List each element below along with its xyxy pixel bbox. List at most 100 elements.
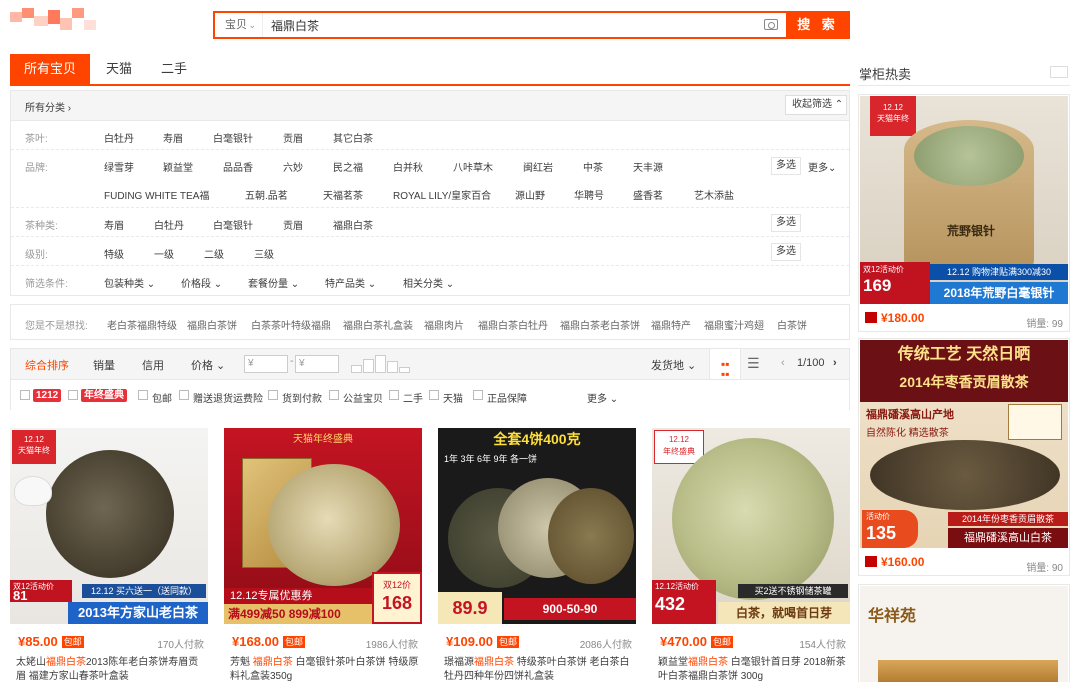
price-range-bars[interactable] [351, 355, 411, 373]
brand-option[interactable]: 闽红岩 [523, 159, 553, 174]
filter-option[interactable]: 寿眉 [163, 130, 183, 145]
product-card[interactable]: 全套4饼400克 1年 3年 6年 9年 各一饼 89.9 900-50-90 … [438, 428, 636, 682]
brand-option[interactable]: 品品香 [223, 159, 253, 174]
sort-price[interactable]: 价格 ⌄ [191, 357, 225, 373]
condition-dropdown[interactable]: 包装种类 ⌄ [104, 275, 155, 290]
checkbox-genuine[interactable] [473, 390, 483, 400]
product-title[interactable]: 颖益堂福鼎白茶 白毫银针首日芽 2018新茶叶白茶福鼎白茶饼 300g [658, 656, 848, 682]
filter-option[interactable]: 特级 [104, 246, 124, 261]
side-product-card[interactable]: 传统工艺 天然日晒 2014年枣香贡眉散茶 福鼎磻溪高山产地 自然陈化 精选散茶… [858, 338, 1070, 576]
search-button[interactable]: 搜 索 [786, 11, 850, 39]
multi-select-button[interactable]: 多选 [771, 243, 801, 261]
filter-option[interactable]: 白牡丹 [154, 217, 184, 232]
brand-option[interactable]: 五朝.品茗 [245, 187, 288, 202]
filter-option[interactable]: 二级 [204, 246, 224, 261]
product-image[interactable]: 天猫年终盛典 12.12专属优惠券 满499减50 899减100 双12价 16… [224, 428, 422, 624]
collapse-filter-button[interactable]: 收起筛选 ⌃ [785, 95, 847, 115]
sort-default[interactable]: 综合排序 [25, 357, 69, 373]
filter-option[interactable]: 贡眉 [283, 130, 303, 145]
brand-option[interactable]: 华聘号 [574, 187, 604, 202]
next-page-icon[interactable]: › [833, 357, 837, 369]
brand-option[interactable]: 天福茗茶 [323, 187, 363, 202]
all-categories-link[interactable]: 所有分类 › [25, 99, 71, 114]
filter-option[interactable]: 贡眉 [283, 217, 303, 232]
checkbox-free-shipping[interactable] [138, 390, 148, 400]
side-product-image[interactable]: 12.12 天猫年终 荒野银针 双12活动价 169 12.12 购物津贴满300减… [860, 96, 1068, 304]
free-shipping-label[interactable]: 包邮 [152, 390, 172, 405]
brand-option[interactable]: 颖益堂 [163, 159, 193, 174]
checkbox-tmall[interactable] [429, 390, 439, 400]
filter-option[interactable]: 一级 [154, 246, 174, 261]
multi-select-button[interactable]: 多选 [771, 214, 801, 232]
tmall-label[interactable]: 天猫 [443, 390, 463, 405]
tab-tmall[interactable]: 天猫 [98, 54, 140, 84]
grid-view-icon[interactable]: ▪▪ ▪▪ [709, 349, 741, 380]
more-options-button[interactable]: 更多 ⌄ [587, 390, 618, 405]
brand-option[interactable]: 绿雪芽 [104, 159, 134, 174]
filter-option[interactable]: 白牡丹 [104, 130, 134, 145]
condition-dropdown[interactable]: 相关分类 ⌄ [403, 275, 454, 290]
checkbox-return-insurance[interactable] [179, 390, 189, 400]
return-insurance-label[interactable]: 赠送退货运费险 [193, 390, 263, 405]
filter-option[interactable]: 福鼎白茶 [333, 217, 373, 232]
checkbox-1212[interactable] [20, 390, 30, 400]
related-link[interactable]: 福鼎蜜汁鸡翅 [704, 317, 764, 332]
product-card[interactable]: 天猫年终盛典 12.12专属优惠券 满499减50 899减100 双12价 16… [224, 428, 422, 682]
sort-sales[interactable]: 销量 [93, 357, 115, 373]
brand-option[interactable]: 六妙 [283, 159, 303, 174]
side-product-image[interactable]: 华祥苑 [860, 586, 1068, 682]
side-product-card[interactable]: 12.12 天猫年终 荒野银针 双12活动价 169 12.12 购物津贴满300减… [858, 94, 1070, 332]
related-link[interactable]: 福鼎特产 [651, 317, 691, 332]
product-title[interactable]: 芳魁 福鼎白茶 白毫银针茶叶白茶饼 特级原料礼盒装350g [230, 656, 420, 682]
product-title[interactable]: 璟福源福鼎白茶 特级茶叶白茶饼 老白茶白牡丹四种年份四饼礼盒装 [444, 656, 634, 682]
product-image[interactable]: 12.12 年终盛典 买2送不锈钢储茶罐 12.12活动价 432 白茶，就喝首日芽 [652, 428, 850, 624]
product-card[interactable]: 12.12 年终盛典 买2送不锈钢储茶罐 12.12活动价 432 白茶，就喝首日芽… [652, 428, 850, 682]
brand-option[interactable]: 中茶 [583, 159, 603, 174]
condition-dropdown[interactable]: 特产品类 ⌄ [325, 275, 376, 290]
related-link[interactable]: 福鼎白茶礼盒装 [343, 317, 413, 332]
brand-option[interactable]: 天丰源 [633, 159, 663, 174]
brand-option[interactable]: 八咔草木 [453, 159, 493, 174]
brand-option[interactable]: 白并秋 [393, 159, 423, 174]
checkbox-charity[interactable] [329, 390, 339, 400]
tab-secondhand[interactable]: 二手 [152, 54, 196, 84]
site-logo[interactable] [10, 8, 96, 34]
camera-icon[interactable] [764, 19, 778, 30]
search-input[interactable] [271, 16, 751, 34]
genuine-label[interactable]: 正品保障 [487, 390, 527, 405]
product-image[interactable]: 全套4饼400克 1年 3年 6年 9年 各一饼 89.9 900-50-90 [438, 428, 636, 624]
ship-from-dropdown[interactable]: 发货地 ⌄ [651, 357, 696, 373]
brand-option[interactable]: FUDING WHITE TEA福 [104, 187, 209, 202]
tab-all[interactable]: 所有宝贝 [10, 54, 90, 84]
cod-label[interactable]: 货到付款 [282, 390, 322, 405]
brand-option[interactable]: 盛香茗 [633, 187, 663, 202]
filter-option[interactable]: 寿眉 [104, 217, 124, 232]
checkbox-secondhand[interactable] [389, 390, 399, 400]
product-card[interactable]: 12.12 天猫年终 双12活动价 81 12.12 买六送一（送同款） 2013年… [10, 428, 208, 682]
brand-option[interactable]: 民之福 [333, 159, 363, 174]
checkbox-cod[interactable] [268, 390, 278, 400]
sort-credit[interactable]: 信用 [142, 357, 164, 373]
related-link[interactable]: 福鼎白茶老白茶饼 [560, 317, 640, 332]
list-view-icon[interactable]: ☰ [747, 355, 760, 372]
more-button[interactable]: 更多⌄ [808, 159, 836, 174]
condition-dropdown[interactable]: 套餐份量 ⌄ [248, 275, 299, 290]
related-link[interactable]: 福鼎白茶白牡丹 [478, 317, 548, 332]
multi-select-button[interactable]: 多选 [771, 157, 801, 175]
related-link[interactable]: 白茶饼 [777, 317, 807, 332]
filter-option[interactable]: 三级 [254, 246, 274, 261]
side-product-image[interactable]: 传统工艺 天然日晒 2014年枣香贡眉散茶 福鼎磻溪高山产地 自然陈化 精选散茶… [860, 340, 1068, 548]
filter-option[interactable]: 其它白茶 [333, 130, 373, 145]
brand-option[interactable]: 源山野 [515, 187, 545, 202]
related-link[interactable]: 福鼎白茶饼 [187, 317, 237, 332]
prev-page-icon[interactable]: ‹ [781, 357, 785, 369]
filter-option[interactable]: 白毫银针 [213, 217, 253, 232]
checkbox-year-end[interactable] [68, 390, 78, 400]
related-link[interactable]: 白茶茶叶特级福鼎 [251, 317, 331, 332]
secondhand-label[interactable]: 二手 [403, 390, 423, 405]
product-image[interactable]: 12.12 天猫年终 双12活动价 81 12.12 买六送一（送同款） 2013年… [10, 428, 208, 624]
related-link[interactable]: 老白茶福鼎特级 [107, 317, 177, 332]
brand-option[interactable]: ROYAL LILY/皇家百合 [393, 187, 491, 202]
side-product-card[interactable]: 华祥苑 [858, 584, 1070, 682]
related-link[interactable]: 福鼎肉片 [424, 317, 464, 332]
